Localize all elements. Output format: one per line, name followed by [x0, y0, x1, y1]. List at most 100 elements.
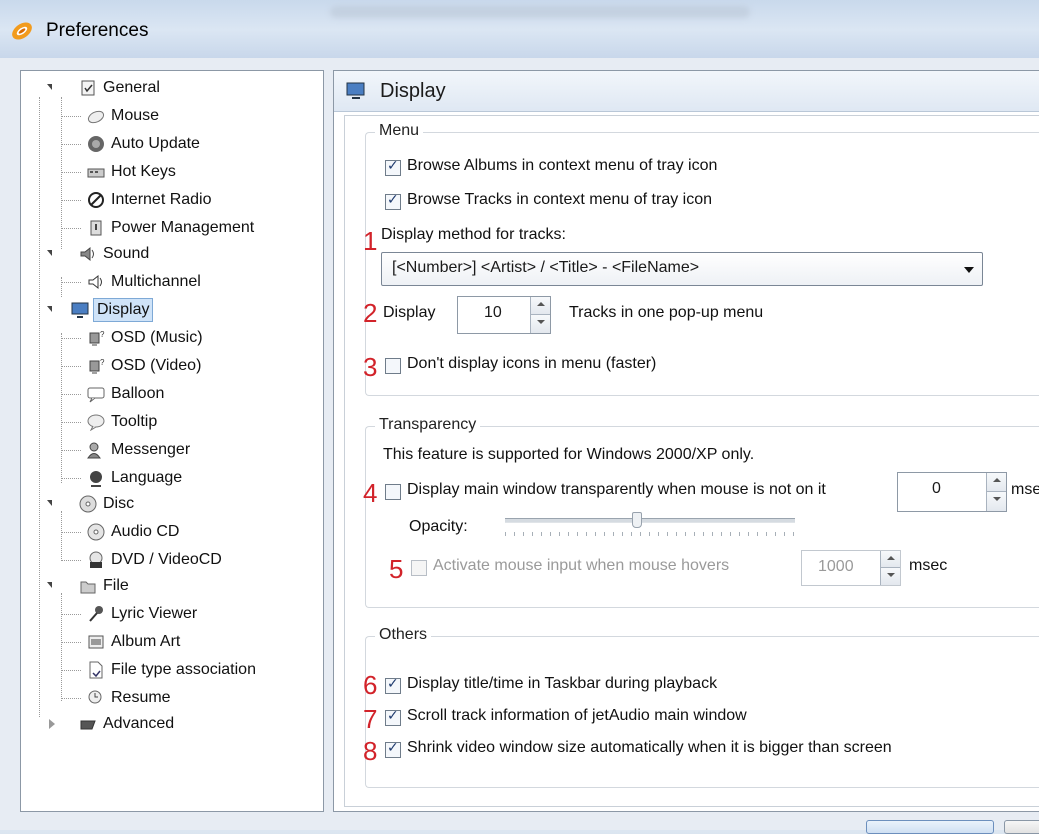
category-tree[interactable]: General Mouse Auto Update Hot Keys Inter…: [20, 70, 324, 812]
power-icon: [87, 219, 105, 237]
collapse-arrow-icon[interactable]: [47, 306, 52, 312]
display-count-label: Display: [383, 304, 436, 321]
keyboard-icon: [87, 163, 105, 181]
annotation-number: 6: [363, 670, 378, 700]
svg-text:?: ?: [100, 358, 105, 367]
browse-albums-label[interactable]: Browse Albums in context menu of tray ic…: [407, 157, 717, 175]
browse-albums-checkbox[interactable]: [385, 157, 401, 176]
tree-item-lyric-viewer[interactable]: Lyric Viewer: [21, 601, 321, 627]
tree-item-language[interactable]: Language: [21, 465, 321, 491]
general-icon: [79, 79, 97, 97]
tree-item-tooltip[interactable]: Tooltip: [21, 409, 321, 435]
language-icon: [87, 469, 105, 487]
scroll-track-label[interactable]: Scroll track information of jetAudio mai…: [407, 707, 747, 725]
tree-item-disc[interactable]: Disc: [21, 491, 321, 517]
tree-item-internet-radio[interactable]: Internet Radio: [21, 187, 321, 213]
tree-item-album-art[interactable]: Album Art: [21, 629, 321, 655]
tree-item-display[interactable]: Display: [21, 297, 321, 323]
spin-up-icon[interactable]: [986, 473, 1006, 492]
tree-item-label: File: [103, 577, 129, 594]
activate-delay-value[interactable]: 1000: [818, 558, 854, 576]
transparent-window-checkbox[interactable]: [385, 484, 401, 500]
tree-item-messenger[interactable]: Messenger: [21, 437, 321, 463]
osd-icon: ?: [87, 329, 105, 347]
title-time-label[interactable]: Display title/time in Taskbar during pla…: [407, 675, 717, 693]
spin-up-icon[interactable]: [880, 551, 900, 568]
tree-item-label: Balloon: [111, 385, 165, 402]
advanced-icon: [79, 715, 97, 733]
tree-item-file-type-association[interactable]: File type association: [21, 657, 321, 683]
tracks-count-spinner[interactable]: 10: [457, 296, 551, 334]
panel-content: Menu Browse Albums in context menu of tr…: [344, 115, 1039, 807]
transparent-window-label[interactable]: Display main window transparently when m…: [407, 481, 826, 499]
tree-item-file[interactable]: File: [21, 573, 321, 599]
tree-item-label: Messenger: [111, 441, 191, 458]
radio-icon: [87, 191, 105, 209]
transparency-note: This feature is supported for Windows 20…: [383, 446, 755, 463]
tree-item-balloon[interactable]: Balloon: [21, 381, 321, 407]
spin-up-icon[interactable]: [530, 297, 550, 315]
tree-item-label: Tooltip: [111, 413, 158, 430]
tree-item-advanced[interactable]: Advanced: [21, 711, 321, 737]
title-time-checkbox[interactable]: [385, 675, 401, 694]
tree-item-sound[interactable]: Sound: [21, 241, 321, 267]
tree-item-auto-update[interactable]: Auto Update: [21, 131, 321, 157]
tree-item-osd-video[interactable]: ? OSD (Video): [21, 353, 321, 379]
browse-tracks-checkbox[interactable]: [385, 191, 401, 210]
ok-button[interactable]: [866, 820, 994, 834]
tree-item-label: Advanced: [103, 715, 175, 732]
shrink-video-label[interactable]: Shrink video window size automatically w…: [407, 739, 892, 757]
tree-item-multichannel[interactable]: Multichannel: [21, 269, 321, 295]
globe-icon: [87, 135, 105, 153]
collapse-arrow-icon[interactable]: [47, 582, 52, 588]
expand-arrow-icon[interactable]: [49, 719, 55, 729]
spin-down-icon[interactable]: [530, 315, 550, 333]
disc-icon: [79, 495, 97, 513]
mouse-icon: [87, 107, 105, 125]
tree-item-dvd-videocd[interactable]: DVD / VideoCD: [21, 547, 321, 573]
opacity-slider-thumb[interactable]: [631, 512, 642, 528]
spin-down-icon[interactable]: [986, 492, 1006, 511]
opacity-slider-ticks: [505, 532, 795, 536]
microphone-icon: [87, 605, 105, 623]
shrink-video-checkbox[interactable]: [385, 739, 401, 758]
tree-item-label: OSD (Video): [111, 357, 202, 374]
collapse-arrow-icon[interactable]: [47, 250, 52, 256]
transparent-delay-value[interactable]: 0: [932, 480, 941, 498]
activate-mouse-label[interactable]: Activate mouse input when mouse hovers: [433, 557, 729, 575]
menu-group-title: Menu: [375, 122, 424, 140]
spin-down-icon[interactable]: [880, 568, 900, 585]
tooltip-icon: [87, 413, 105, 432]
display-method-value: [<Number>] <Artist> / <Title> - <FileNam…: [392, 259, 700, 276]
tree-item-label: Mouse: [111, 107, 160, 124]
activate-delay-spinner[interactable]: 1000: [801, 550, 901, 586]
no-icons-checkbox[interactable]: [385, 358, 401, 374]
annotation-number: 8: [363, 736, 378, 766]
display-method-dropdown[interactable]: [<Number>] <Artist> / <Title> - <FileNam…: [381, 252, 983, 286]
annotation-number: 5: [389, 554, 404, 584]
scroll-track-checkbox[interactable]: [385, 707, 401, 726]
tracks-count-value[interactable]: 10: [484, 304, 502, 322]
collapse-arrow-icon[interactable]: [47, 84, 52, 90]
opacity-slider-track[interactable]: [505, 518, 795, 523]
tracks-suffix-label: Tracks in one pop-up menu: [569, 304, 764, 321]
tree-item-general[interactable]: General: [21, 75, 321, 101]
no-icons-label[interactable]: Don't display icons in menu (faster): [407, 355, 656, 373]
window-title: Preferences: [46, 20, 149, 41]
tree-item-label: Disc: [103, 495, 135, 512]
cancel-button[interactable]: [1004, 820, 1039, 834]
tree-item-mouse[interactable]: Mouse: [21, 103, 321, 129]
tree-item-label: Auto Update: [111, 135, 200, 152]
tree-item-osd-music[interactable]: ? OSD (Music): [21, 325, 321, 351]
tree-item-resume[interactable]: Resume: [21, 685, 321, 711]
browse-tracks-label[interactable]: Browse Tracks in context menu of tray ic…: [407, 191, 712, 209]
collapse-arrow-icon[interactable]: [47, 500, 52, 506]
activate-mouse-checkbox[interactable]: [411, 560, 427, 576]
tree-item-audio-cd[interactable]: Audio CD: [21, 519, 321, 545]
tree-item-hot-keys[interactable]: Hot Keys: [21, 159, 321, 185]
tree-item-power-management[interactable]: Power Management: [21, 215, 321, 241]
transparent-delay-spinner[interactable]: 0: [897, 472, 1007, 512]
tree-item-label: Sound: [103, 245, 150, 262]
annotation-number: 4: [363, 478, 378, 508]
display-icon: [346, 82, 365, 99]
